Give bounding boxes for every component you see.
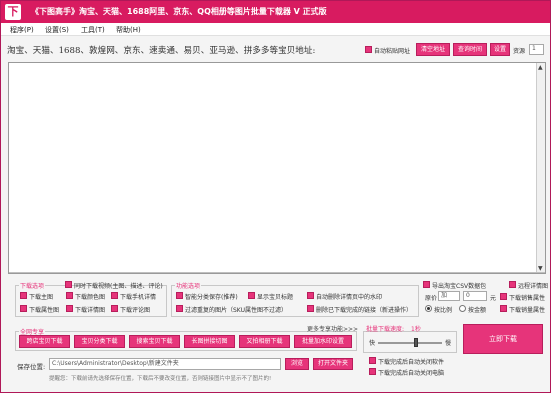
speed-value: 1秒	[411, 326, 421, 333]
resource-stepper[interactable]: 1	[529, 44, 544, 55]
download-options-title: 下载选项	[19, 281, 46, 290]
price-unit-label: 元	[490, 295, 497, 302]
textarea-scrollbar[interactable]: ▲ ▼	[536, 63, 545, 273]
detail-image-label: 下载详情图	[75, 307, 106, 314]
by-amount-radio[interactable]	[459, 305, 466, 312]
open-folder-button[interactable]: 打开文件夹	[313, 358, 353, 370]
auto-shutdown-checkbox[interactable]	[369, 368, 376, 375]
mobile-detail-label: 下载手机详情	[120, 294, 157, 301]
remote-detail-label: 远程详情图	[518, 283, 549, 290]
smart-classify-label: 智能分类保存(推荐)	[185, 294, 238, 301]
save-tip-text: 提醒您：下载前请先选择保存位置，下载后不要改变位置，否则链接图片中显示不了图片的…	[49, 376, 272, 382]
speed-label: 批量下载速度:	[366, 326, 405, 333]
auto-shutdown-label: 下载完成后自动关闭电脑	[378, 370, 445, 377]
speed-fast-label: 快	[369, 340, 376, 347]
resource-label: 资源	[513, 48, 526, 55]
browse-button[interactable]: 浏览	[285, 358, 309, 370]
video-label: 同时下载视频(主图、描述、评论)	[74, 283, 163, 290]
app-window: 下 《下图高手》淘宝、天猫、1688阿里、京东、QQ相册等图片批量下载器 V 正…	[0, 0, 551, 393]
auto-close-label: 下载完成后自动关闭软件	[378, 359, 445, 366]
download-app-icon: 下	[5, 4, 21, 20]
auto-close-checkbox[interactable]	[369, 357, 376, 364]
clear-address-button[interactable]: 清空地址	[416, 43, 450, 56]
save-location-label: 保存位置:	[17, 363, 46, 371]
auto-paste-checkbox[interactable]	[365, 46, 372, 53]
remote-detail-checkbox[interactable]	[509, 281, 516, 288]
color-image-checkbox[interactable]	[66, 292, 73, 299]
save-path-input[interactable]: C:\Users\Administrator\Desktop\新建文件夹	[49, 358, 281, 370]
speed-slider-thumb[interactable]	[414, 338, 418, 347]
sales-attr-checkbox[interactable]	[500, 293, 507, 300]
menu-settings[interactable]: 设置(S)	[45, 25, 69, 35]
batch-watermark-button[interactable]: 批量加水印设置	[294, 335, 352, 348]
search-download-button[interactable]: 搜索宝贝下载	[129, 335, 180, 348]
sales-attr-label: 下载销售属性	[509, 295, 546, 302]
youpai-album-button[interactable]: 又拍相册下载	[239, 335, 290, 348]
long-image-stitch-button[interactable]: 长图拼接切图	[184, 335, 235, 348]
smart-classify-checkbox[interactable]	[176, 292, 183, 299]
function-options-title: 功能选项	[175, 281, 202, 290]
by-amount-label: 按金额	[468, 307, 487, 314]
mobile-detail-checkbox[interactable]	[111, 292, 118, 299]
show-title-label: 显示宝贝标题	[257, 294, 294, 301]
textarea-bottom-edge	[9, 272, 545, 273]
menu-bar: 程序(P) 设置(S) 工具(T) 帮助(H)	[1, 23, 550, 36]
export-csv-label: 导出淘宝CSV数据包	[432, 283, 487, 290]
attr-image-checkbox[interactable]	[20, 305, 27, 312]
menu-tools[interactable]: 工具(T)	[81, 25, 105, 35]
speed-slow-label: 慢	[445, 340, 452, 347]
attr-image-label: 下载属性图	[29, 307, 60, 314]
speed-slider-track[interactable]	[378, 342, 442, 344]
scroll-down-icon[interactable]: ▼	[538, 265, 543, 272]
start-download-button[interactable]: 立即下载	[463, 324, 543, 354]
menu-help[interactable]: 帮助(H)	[116, 25, 141, 35]
by-ratio-label: 按比例	[434, 307, 453, 314]
filter-duplicates-checkbox[interactable]	[176, 305, 183, 312]
sales-volume-checkbox[interactable]	[500, 305, 507, 312]
detail-image-checkbox[interactable]	[66, 305, 73, 312]
price-mode-select[interactable]: 加	[438, 291, 460, 301]
menu-program[interactable]: 程序(P)	[10, 25, 34, 35]
more-features-link[interactable]: 更多专享功能>>>	[307, 324, 358, 333]
url-textarea[interactable]: ▲ ▼	[8, 62, 546, 274]
sales-volume-label: 下载销量属性	[509, 307, 546, 314]
cross-store-download-button[interactable]: 跨店宝贝下载	[19, 335, 70, 348]
price-label: 原价	[425, 295, 438, 302]
category-download-button[interactable]: 宝贝分类下载	[74, 335, 125, 348]
by-ratio-radio[interactable]	[425, 305, 432, 312]
review-image-label: 下载评论图	[120, 307, 151, 314]
title-bar: 下 《下图高手》淘宝、天猫、1688阿里、京东、QQ相册等图片批量下载器 V 正…	[1, 1, 550, 23]
url-input-hint: 淘宝、天猫、1688、敦煌网、京东、速卖通、易贝、亚马逊、拼多多等宝贝地址:	[7, 46, 316, 56]
review-image-checkbox[interactable]	[111, 305, 118, 312]
delete-done-links-checkbox[interactable]	[307, 305, 314, 312]
auto-paste-label: 自动粘贴网址	[374, 48, 411, 55]
main-image-label: 下载主图	[29, 294, 54, 301]
settings-button[interactable]: 设置	[490, 43, 510, 56]
scroll-up-icon[interactable]: ▲	[538, 64, 543, 71]
color-image-label: 下载颜色图	[75, 294, 106, 301]
price-value-input[interactable]: 0	[463, 291, 487, 301]
main-image-checkbox[interactable]	[20, 292, 27, 299]
video-checkbox[interactable]	[65, 281, 72, 288]
filter-duplicates-label: 过滤重复的图片（SKU属性图不过滤）	[185, 307, 287, 314]
delete-done-links-label: 删除已下载完成的链接（新进操作）	[316, 307, 413, 314]
remove-watermark-checkbox[interactable]	[307, 292, 314, 299]
show-title-checkbox[interactable]	[248, 292, 255, 299]
query-time-button[interactable]: 查询时间	[453, 43, 487, 56]
export-csv-checkbox[interactable]	[423, 281, 430, 288]
window-title: 《下图高手》淘宝、天猫、1688阿里、京东、QQ相册等图片批量下载器 V 正式版	[31, 7, 327, 16]
remove-watermark-label: 自动删除详情页中的水印	[316, 294, 383, 301]
